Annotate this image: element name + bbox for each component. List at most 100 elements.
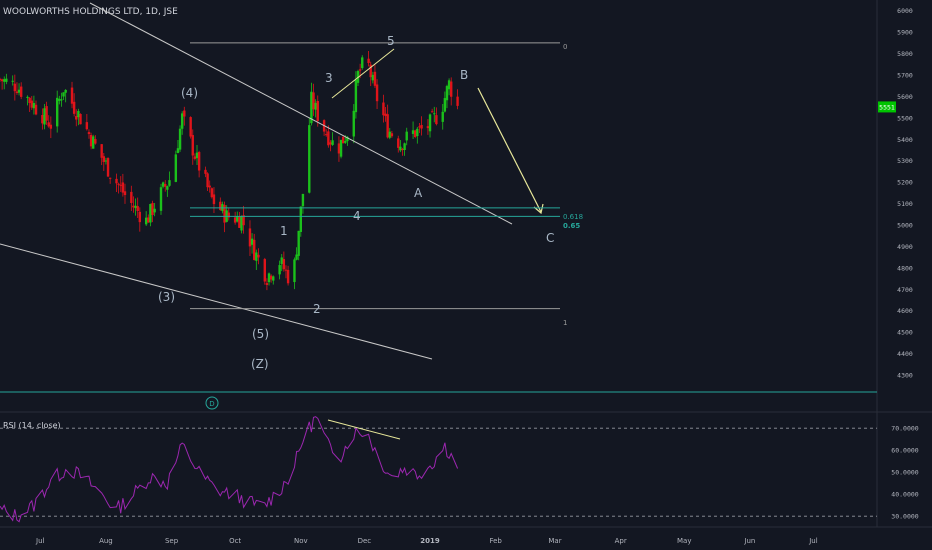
candle-body	[293, 259, 296, 283]
candle-body	[312, 92, 315, 110]
candle-body	[308, 125, 311, 193]
candle-body	[257, 254, 260, 258]
candle-body	[0, 79, 4, 82]
wave-label-b: B	[460, 68, 468, 82]
last-price-label: 5551	[879, 103, 895, 111]
time-tick-label: Apr	[615, 537, 627, 545]
candle-body	[236, 216, 239, 222]
price-tick-label: 4900	[897, 243, 913, 251]
candle-body	[30, 100, 33, 108]
candle-body	[47, 122, 50, 127]
candle-body	[371, 74, 375, 81]
candle-body	[426, 126, 430, 129]
candle-body	[286, 269, 290, 284]
time-tick-label: Dec	[358, 537, 372, 545]
candle-body	[445, 86, 449, 101]
price-tick-label: 5800	[897, 50, 913, 58]
candle-body	[60, 99, 63, 101]
dividend-marker-label: D	[209, 400, 214, 408]
time-tick-label: 2019	[420, 537, 440, 545]
time-tick-label: Sep	[165, 537, 179, 545]
candle-body	[401, 148, 404, 151]
candle-body	[267, 273, 271, 283]
candle-body	[361, 57, 364, 69]
candle-body	[435, 115, 438, 125]
candle-body	[316, 101, 319, 122]
price-tick-label: 4500	[897, 329, 913, 337]
candle-body	[178, 128, 182, 150]
candle-body	[397, 138, 400, 148]
candle-body	[250, 238, 254, 245]
candle-body	[191, 135, 194, 156]
candle-body	[102, 156, 105, 162]
rsi-indicator-label[interactable]: RSI (14, close)	[3, 421, 61, 430]
candle-body	[280, 257, 283, 264]
candle-body	[299, 206, 303, 232]
candle-body	[386, 114, 389, 138]
candle-body	[119, 184, 122, 186]
price-tick-label: 5300	[897, 157, 913, 165]
candle-body	[100, 144, 103, 158]
candle-body	[189, 117, 192, 137]
price-tick-label: 5900	[897, 29, 913, 37]
candle-body	[238, 216, 241, 228]
candle-body	[15, 91, 19, 94]
symbol-title[interactable]: WOOLWORTHS HOLDINGS LTD, 1D, JSE	[3, 7, 178, 17]
candle-body	[32, 103, 36, 109]
time-tick-label: Jun	[743, 537, 755, 545]
candle-body	[94, 139, 97, 144]
candle-body	[164, 184, 167, 187]
candle-body	[331, 140, 334, 145]
candle-body	[420, 124, 423, 129]
time-tick-label: Feb	[489, 537, 502, 545]
candle-body	[87, 132, 91, 135]
candle-body	[388, 131, 391, 138]
candle-body	[282, 259, 286, 270]
candle-body	[108, 177, 112, 179]
price-tick-label: 5500	[897, 114, 913, 122]
price-tick-label: 5000	[897, 222, 913, 230]
rsi-tick-label: 50.0000	[891, 469, 918, 477]
candle-body	[49, 124, 53, 129]
candle-body	[433, 113, 436, 115]
candle-body	[314, 102, 317, 110]
candle-body	[77, 111, 80, 118]
candle-body	[159, 187, 163, 211]
candle-body	[72, 101, 76, 114]
candle-body	[13, 83, 17, 92]
candle-body	[132, 205, 135, 208]
candle-body	[55, 97, 59, 127]
fib-label-0618: 0.618	[563, 213, 583, 221]
candle-body	[206, 173, 209, 188]
candle-body	[418, 126, 421, 128]
candle-body	[325, 134, 328, 136]
candle-body	[344, 140, 347, 143]
candle-body	[92, 136, 95, 149]
wave-label-2: 2	[313, 302, 321, 316]
candle-body	[373, 71, 377, 86]
candle-body	[151, 202, 154, 216]
candle-body	[284, 269, 288, 271]
candle-body	[265, 283, 269, 285]
chart-background	[0, 0, 932, 550]
candle-body	[375, 84, 379, 102]
candle-body	[390, 133, 394, 137]
wave-label-1: 1	[280, 224, 288, 238]
candle-body	[195, 152, 199, 159]
candle-body	[341, 136, 345, 144]
candle-body	[413, 130, 417, 138]
candle-body	[210, 188, 214, 198]
candle-body	[166, 186, 169, 190]
candle-body	[301, 193, 305, 207]
wave-label-4: 4	[353, 209, 361, 223]
rsi-tick-label: 30.0000	[891, 513, 918, 521]
candle-body	[183, 110, 186, 117]
time-tick-label: May	[677, 537, 691, 545]
candle-body	[405, 131, 408, 141]
time-tick-label: Nov	[294, 537, 308, 545]
candle-body	[269, 275, 273, 280]
chart-canvas[interactable]: WOOLWORTHS HOLDINGS LTD, 1D, JSE 0 0.618…	[0, 0, 932, 550]
price-tick-label: 5400	[897, 136, 913, 144]
candle-body	[295, 254, 298, 260]
candle-body	[443, 98, 447, 112]
